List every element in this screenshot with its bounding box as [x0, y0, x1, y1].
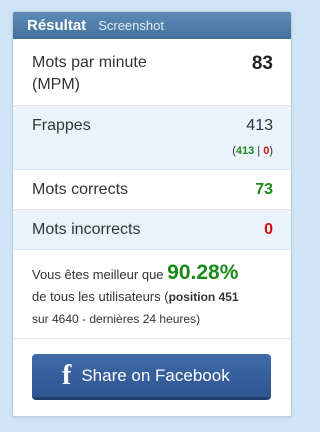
correct-words-label: Mots corrects	[32, 181, 129, 198]
rank-text: Vous êtes meilleur que 90.28% de tous le…	[32, 262, 282, 330]
incorrect-words-value: 0	[264, 221, 273, 238]
keystrokes-separator: |	[257, 145, 261, 157]
share-facebook-button[interactable]: f Share on Facebook	[32, 354, 271, 400]
correct-words-row: Mots corrects 73	[13, 170, 291, 210]
rank-prefix: Vous êtes meilleur que	[32, 267, 164, 282]
result-header: Résultat Screenshot	[13, 12, 291, 39]
keystrokes-value: 413	[246, 117, 273, 134]
wpm-row: Mots par minute (MPM) 83	[13, 39, 291, 106]
share-facebook-label: Share on Facebook	[81, 365, 230, 385]
keystrokes-correct: 413	[235, 145, 255, 157]
keystrokes-row: Frappes 413 (413 | 0)	[13, 106, 291, 170]
share-area: f Share on Facebook	[13, 339, 291, 416]
wpm-value: 83	[251, 53, 273, 74]
rank-suffix: sur 4640 - dernières 24 heures)	[32, 312, 201, 326]
rank-position: position 451	[168, 290, 239, 304]
rank-row: Vous êtes meilleur que 90.28% de tous le…	[13, 250, 291, 339]
screenshot-link[interactable]: Screenshot	[98, 18, 164, 33]
keystrokes-incorrect: 0	[263, 145, 270, 157]
rank-percent: 90.28%	[167, 261, 239, 284]
incorrect-words-label: Mots incorrects	[32, 221, 141, 238]
wpm-label: Mots par minute (MPM)	[32, 54, 147, 93]
result-title: Résultat	[27, 17, 87, 34]
rank-middle: de tous les utilisateurs (	[32, 289, 169, 304]
facebook-icon: f	[62, 359, 72, 391]
keystrokes-breakdown: (413 | 0)	[232, 145, 273, 157]
incorrect-words-row: Mots incorrects 0	[13, 210, 291, 250]
result-card: Résultat Screenshot Mots par minute (MPM…	[12, 11, 292, 417]
correct-words-value: 73	[255, 181, 273, 198]
keystrokes-label: Frappes	[32, 117, 91, 134]
